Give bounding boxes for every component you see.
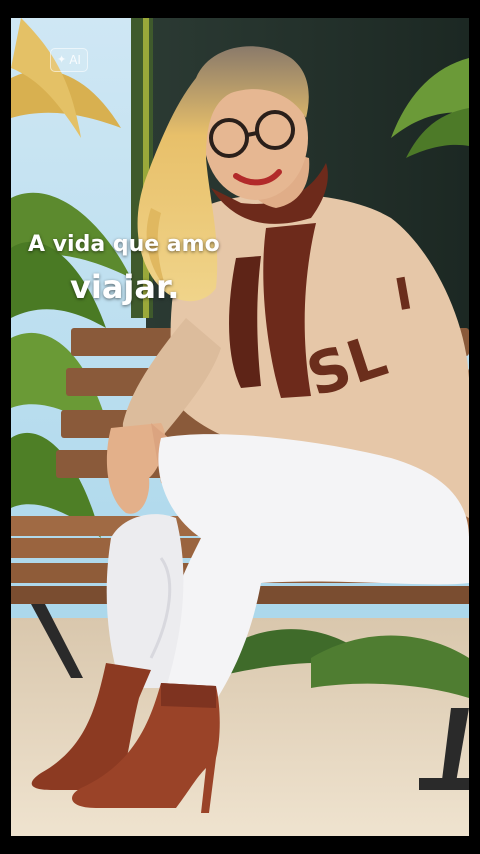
video-frame: SL I ✦ AI A vida que amo viajar. xyxy=(0,0,480,854)
caption-line-2: viajar. xyxy=(70,268,180,306)
caption-line-1: A vida que amo xyxy=(28,232,220,257)
sparkle-icon: ✦ xyxy=(57,53,67,66)
photo: SL I xyxy=(11,18,469,836)
ai-badge: ✦ AI xyxy=(50,48,88,72)
ai-badge-label: AI xyxy=(69,53,81,67)
photo-illustration: SL I xyxy=(11,18,469,836)
